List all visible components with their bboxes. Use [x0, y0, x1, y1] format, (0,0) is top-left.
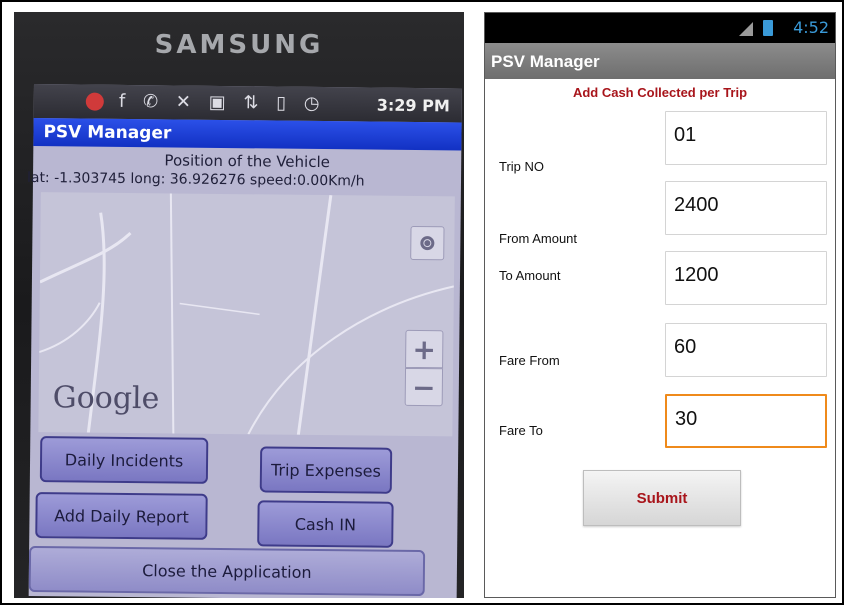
- add-daily-report-button[interactable]: Add Daily Report: [35, 492, 208, 540]
- to-amount-input[interactable]: 1200: [665, 251, 827, 305]
- phone-photo: SAMSUNG f ✆ ✕ ▣ ⇅ ▯ ◷ 3:29 PM PSV Manage…: [14, 12, 464, 598]
- status-icons: f ✆ ✕ ▣ ⇅ ▯ ◷: [83, 90, 326, 115]
- close-application-button[interactable]: Close the Application: [28, 545, 426, 597]
- left-app-title: PSV Manager: [33, 117, 462, 151]
- vehicle-position-heading: Position of the Vehicle: [164, 151, 331, 172]
- fare-to-input[interactable]: 30: [665, 394, 827, 448]
- from-amount-input[interactable]: 2400: [665, 181, 827, 235]
- zoom-in-button[interactable]: +: [405, 329, 444, 369]
- right-status-time: 4:52: [793, 18, 829, 37]
- map-logo: Google: [52, 380, 160, 417]
- vehicle-coordinates: lat: -1.303745 long: 36.926276 speed:0.0…: [26, 169, 365, 190]
- form-heading: Add Cash Collected per Trip: [572, 85, 748, 100]
- signal-icon: [739, 22, 753, 36]
- fare-from-label: Fare From: [499, 353, 560, 368]
- from-amount-label: From Amount: [499, 231, 578, 246]
- fare-from-input[interactable]: 60: [665, 323, 827, 377]
- phone-brand: SAMSUNG: [154, 30, 324, 60]
- fare-to-label: Fare To: [499, 423, 543, 438]
- trip-no-input[interactable]: 01: [665, 111, 827, 165]
- right-app-screen: 4:52 PSV Manager Add Cash Collected per …: [484, 12, 836, 598]
- daily-incidents-button[interactable]: Daily Incidents: [39, 436, 209, 484]
- left-status-bar: f ✆ ✕ ▣ ⇅ ▯ ◷ 3:29 PM: [33, 84, 462, 123]
- battery-icon: [763, 20, 773, 36]
- right-status-bar: 4:52: [485, 13, 835, 43]
- left-app-screen: f ✆ ✕ ▣ ⇅ ▯ ◷ 3:29 PM PSV Manager Positi…: [26, 84, 462, 598]
- zoom-out-button[interactable]: −: [404, 367, 444, 407]
- to-amount-label: To Amount: [499, 268, 561, 283]
- crosshair-icon: [420, 236, 435, 251]
- map-view[interactable]: + − Google: [38, 192, 455, 437]
- trip-no-label: Trip NO: [499, 159, 545, 174]
- cash-in-button[interactable]: Cash IN: [257, 500, 394, 548]
- submit-button[interactable]: Submit: [583, 470, 741, 526]
- my-location-button[interactable]: [410, 225, 445, 261]
- left-status-time: 3:29 PM: [376, 95, 450, 116]
- trip-expenses-button[interactable]: Trip Expenses: [259, 446, 393, 494]
- right-app-title: PSV Manager: [485, 43, 835, 79]
